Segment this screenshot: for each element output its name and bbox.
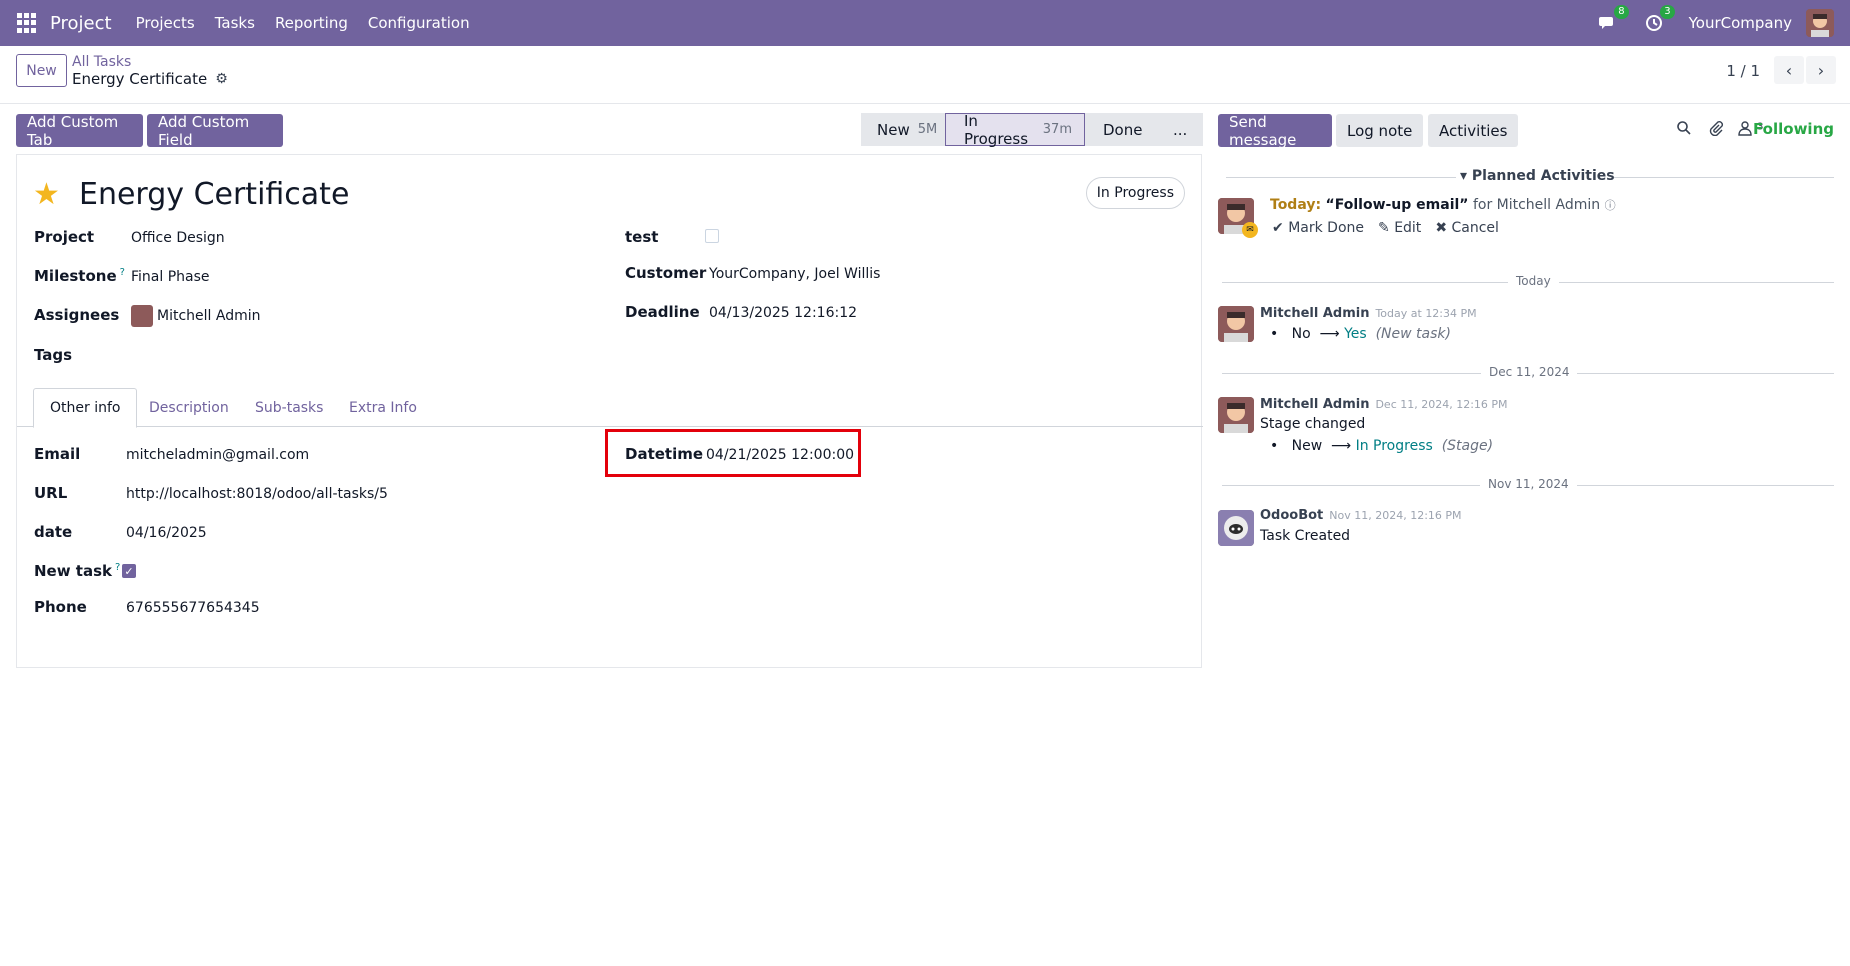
star-icon[interactable]: ★: [33, 177, 60, 212]
milestone-label: Milestone?: [34, 267, 125, 285]
test-checkbox[interactable]: [705, 229, 719, 243]
customer-field[interactable]: YourCompany, Joel Willis: [709, 266, 880, 282]
activities-button[interactable]: Activities: [1428, 114, 1519, 147]
search-icon[interactable]: [1676, 120, 1692, 140]
tab-sub-tasks[interactable]: Sub-tasks: [239, 388, 339, 427]
tab-other-info[interactable]: Other info: [33, 388, 138, 428]
avatar: [131, 305, 153, 327]
menu-reporting[interactable]: Reporting: [275, 14, 348, 32]
control-panel: New All Tasks Energy Certificate ⚙ 1 / 1…: [0, 46, 1850, 104]
date-separator: Dec 11, 2024: [1481, 365, 1578, 379]
assignees-label: Assignees: [34, 306, 120, 324]
new-task-checkbox[interactable]: ✓: [122, 564, 136, 578]
odoobot-avatar: [1218, 510, 1254, 546]
add-custom-field-button[interactable]: Add Custom Field: [147, 113, 283, 149]
send-message-button[interactable]: Send message: [1218, 113, 1332, 149]
stage-statusbar: New 5M In Progress 37m Done ...: [861, 112, 1203, 148]
breadcrumb: Energy Certificate ⚙: [72, 70, 228, 88]
message-author: Mitchell Admin Dec 11, 2024, 12:16 PM: [1260, 397, 1508, 412]
url-label: URL: [34, 484, 68, 502]
envelope-icon: ✉: [1242, 222, 1258, 238]
paperclip-icon[interactable]: [1708, 120, 1724, 140]
email-field[interactable]: mitcheladmin@gmail.com: [126, 447, 309, 463]
breadcrumb-current: Energy Certificate: [72, 70, 208, 88]
messages-badge: 8: [1614, 5, 1629, 19]
pager-previous-button[interactable]: ‹: [1774, 56, 1804, 84]
activities-badge: 3: [1660, 5, 1675, 19]
message-body: Stage changed: [1260, 416, 1366, 432]
test-label: test: [625, 228, 659, 246]
project-label: Project: [34, 228, 95, 246]
stage-more[interactable]: ...: [1155, 113, 1203, 146]
company-switcher[interactable]: YourCompany: [1689, 14, 1792, 32]
app-name[interactable]: Project: [50, 13, 112, 34]
deadline-label: Deadline: [625, 303, 700, 321]
top-navbar: Project Projects Tasks Reporting Configu…: [0, 0, 1850, 46]
new-task-label: New task?: [34, 562, 121, 580]
avatar: [1218, 306, 1254, 342]
tab-extra-info[interactable]: Extra Info: [333, 388, 433, 427]
deadline-field[interactable]: 04/13/2025 12:16:12: [709, 305, 857, 321]
new-record-button[interactable]: New: [16, 54, 67, 87]
stage-done[interactable]: Done: [1085, 113, 1155, 146]
customer-label: Customer: [625, 264, 707, 282]
tracking-change: • No ⟶ Yes (New task): [1270, 326, 1451, 342]
assignees-field[interactable]: Mitchell Admin: [131, 305, 261, 327]
gear-icon[interactable]: ⚙: [215, 71, 228, 87]
date-field[interactable]: 04/16/2025: [126, 525, 207, 541]
breadcrumb-all-tasks[interactable]: All Tasks: [72, 54, 131, 70]
date-separator: Nov 11, 2024: [1480, 477, 1577, 491]
menu-projects[interactable]: Projects: [136, 14, 195, 32]
datetime-highlight-box: [605, 429, 861, 477]
menu-configuration[interactable]: Configuration: [368, 14, 470, 32]
user-avatar[interactable]: [1806, 9, 1834, 37]
edit-activity-button[interactable]: ✎ Edit: [1378, 220, 1421, 236]
tab-description[interactable]: Description: [133, 388, 245, 427]
pager-next-button[interactable]: ›: [1806, 56, 1836, 84]
messages-icon[interactable]: 8: [1597, 5, 1629, 34]
state-pill[interactable]: In Progress: [1085, 177, 1185, 209]
url-field[interactable]: http://localhost:8018/odoo/all-tasks/5: [126, 486, 388, 502]
planned-activities-toggle[interactable]: ▾ Planned Activities: [1460, 168, 1615, 184]
mark-done-button[interactable]: ✔ Mark Done: [1272, 220, 1364, 236]
form-sheet: ★ Energy Certificate In Progress Project…: [16, 154, 1203, 668]
help-icon[interactable]: ?: [115, 562, 120, 573]
add-custom-tab-button[interactable]: Add Custom Tab: [16, 113, 143, 149]
phone-field[interactable]: 676555677654345: [126, 600, 260, 616]
apps-menu-icon[interactable]: [17, 13, 37, 33]
divider: [1226, 177, 1456, 178]
email-label: Email: [34, 445, 81, 463]
stage-new[interactable]: New 5M: [861, 113, 945, 146]
avatar: [1218, 397, 1254, 433]
project-field[interactable]: Office Design: [131, 230, 225, 246]
date-separator: Today: [1508, 274, 1559, 288]
chevron-left-icon: ‹: [1785, 60, 1793, 80]
date-label: date: [34, 523, 73, 541]
info-icon[interactable]: ⓘ: [1605, 199, 1616, 212]
activity-summary: Today: “Follow-up email” for Mitchell Ad…: [1270, 197, 1616, 213]
log-note-button[interactable]: Log note: [1336, 114, 1424, 147]
milestone-field[interactable]: Final Phase: [131, 269, 210, 285]
chevron-right-icon: ›: [1817, 60, 1825, 80]
message-author: Mitchell Admin Today at 12:34 PM: [1260, 306, 1477, 321]
stage-in-progress[interactable]: In Progress 37m: [945, 112, 1085, 148]
divider: [1612, 177, 1834, 178]
activity-actions: ✔ Mark Done ✎ Edit ✖ Cancel: [1272, 220, 1513, 236]
help-icon[interactable]: ?: [120, 267, 125, 278]
tags-label: Tags: [34, 346, 73, 364]
notebook-tabs: Other info Description Sub-tasks Extra I…: [17, 388, 1203, 428]
task-title[interactable]: Energy Certificate: [79, 177, 349, 212]
message-author: OdooBot Nov 11, 2024, 12:16 PM: [1260, 508, 1462, 523]
pager-value[interactable]: 1 / 1: [1726, 62, 1760, 80]
activities-clock-icon[interactable]: 3: [1643, 5, 1675, 34]
cancel-activity-button[interactable]: ✖ Cancel: [1435, 220, 1499, 236]
tracking-change: • New ⟶ In Progress (Stage): [1270, 438, 1494, 454]
menu-tasks[interactable]: Tasks: [215, 14, 255, 32]
following-button[interactable]: Following: [1753, 120, 1834, 138]
phone-label: Phone: [34, 598, 87, 616]
message-body: Task Created: [1260, 528, 1351, 544]
